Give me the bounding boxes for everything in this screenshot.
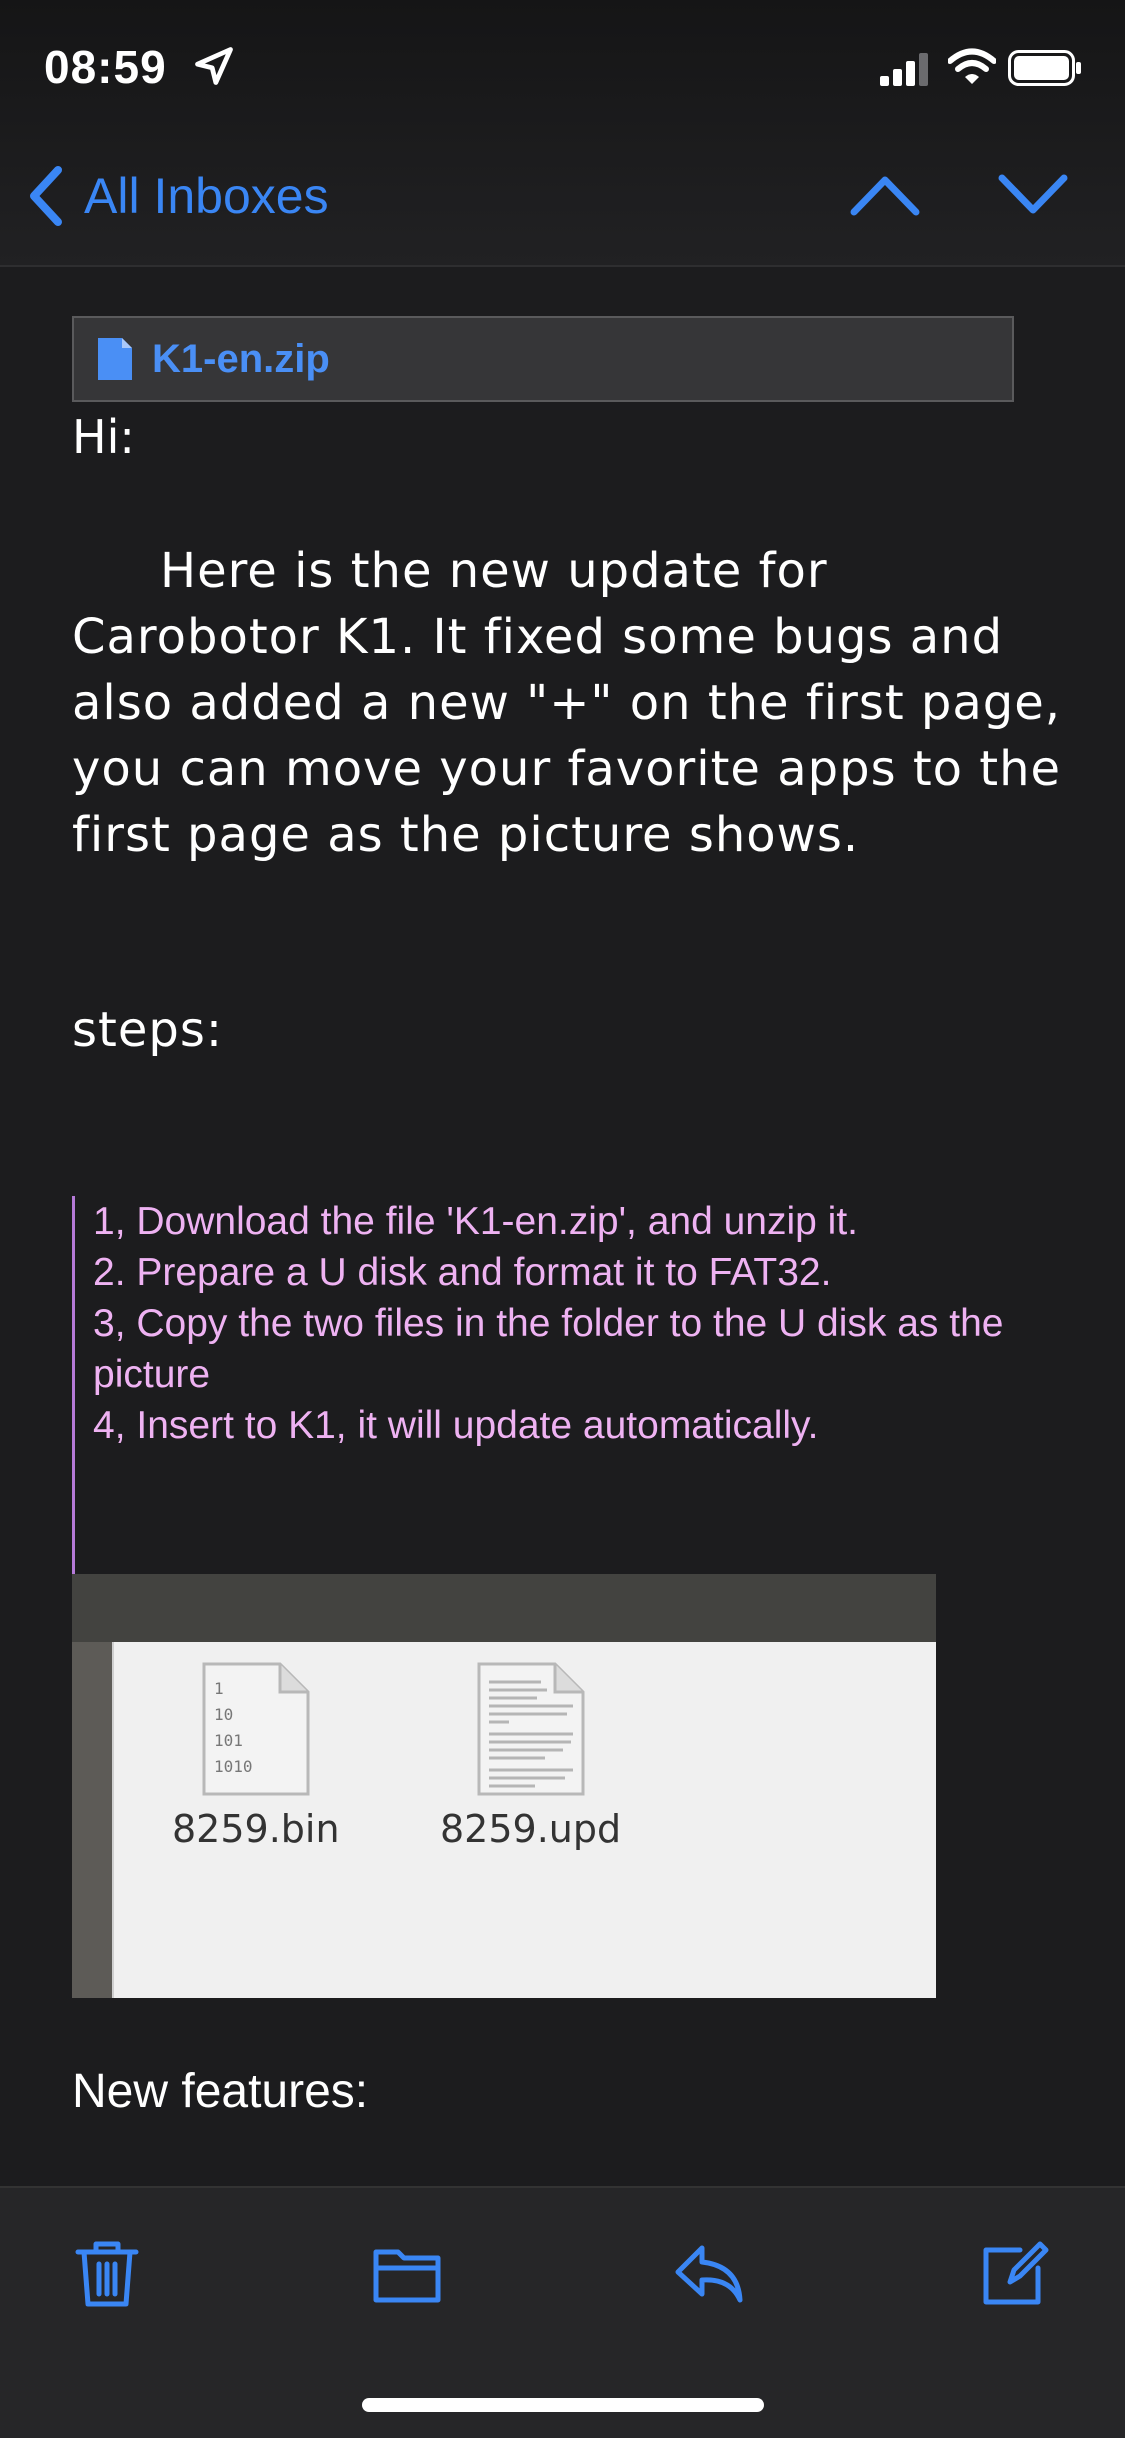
next-message-chevron-down-icon[interactable] (996, 168, 1070, 222)
binary-file-icon: 1 10 101 1010 (202, 1662, 310, 1796)
embedded-picture[interactable]: 1 10 101 1010 8259.bin 8259.upd (72, 1574, 936, 1998)
text-file-icon (477, 1662, 585, 1796)
bin-glyph-1: 1 (214, 1679, 224, 1698)
document-icon (98, 338, 132, 380)
previous-message-chevron-up-icon[interactable] (848, 168, 922, 222)
file-name-upd: 8259.upd (440, 1807, 622, 1851)
chevron-left-icon (30, 166, 62, 226)
file-item-upd: 8259.upd (440, 1660, 621, 1851)
top-bar: 08:59 All Inboxes (0, 0, 1125, 267)
file-name-bin: 8259.bin (172, 1807, 340, 1851)
location-arrow-icon (195, 47, 233, 85)
email-paragraph-text: Here is the new update for Carobotor K1.… (72, 543, 1062, 863)
file-item-bin: 1 10 101 1010 8259.bin (172, 1660, 340, 1851)
picture-header-bar (72, 1574, 936, 1642)
step-1: 1, Download the file 'K1-en.zip', and un… (93, 1200, 859, 1243)
back-button[interactable]: All Inboxes (26, 160, 329, 232)
email-paragraph: Here is the new update for Carobotor K1.… (72, 538, 1072, 868)
attachment-chip[interactable]: K1-en.zip (72, 316, 1014, 402)
compose-icon[interactable] (980, 2238, 1050, 2308)
status-time: 08:59 (44, 41, 167, 93)
reply-icon[interactable] (674, 2238, 744, 2308)
back-button-label: All Inboxes (84, 168, 329, 224)
wifi-icon (948, 48, 996, 84)
bin-glyph-3: 101 (214, 1731, 243, 1750)
folder-icon[interactable] (372, 2238, 442, 2308)
steps-label: steps: (72, 1002, 224, 1058)
step-2: 2. Prepare a U disk and format it to FAT… (93, 1251, 832, 1294)
new-features-label: New features: (72, 2065, 369, 2118)
bin-glyph-2: 10 (214, 1705, 233, 1724)
cellular-signal-icon (880, 53, 928, 86)
attachment-name: K1-en.zip (152, 336, 330, 381)
email-greeting: Hi: (72, 410, 135, 464)
step-3: 3, Copy the two files in the folder to t… (93, 1302, 1004, 1396)
battery-icon (1008, 50, 1081, 86)
steps-quote: 1, Download the file 'K1-en.zip', and un… (72, 1196, 1032, 1574)
trash-icon[interactable] (72, 2238, 142, 2308)
step-4: 4, Insert to K1, it will update automati… (93, 1404, 819, 1447)
home-indicator[interactable] (362, 2398, 764, 2412)
bin-glyph-4: 1010 (214, 1757, 253, 1776)
picture-sidebar (72, 1642, 114, 1998)
